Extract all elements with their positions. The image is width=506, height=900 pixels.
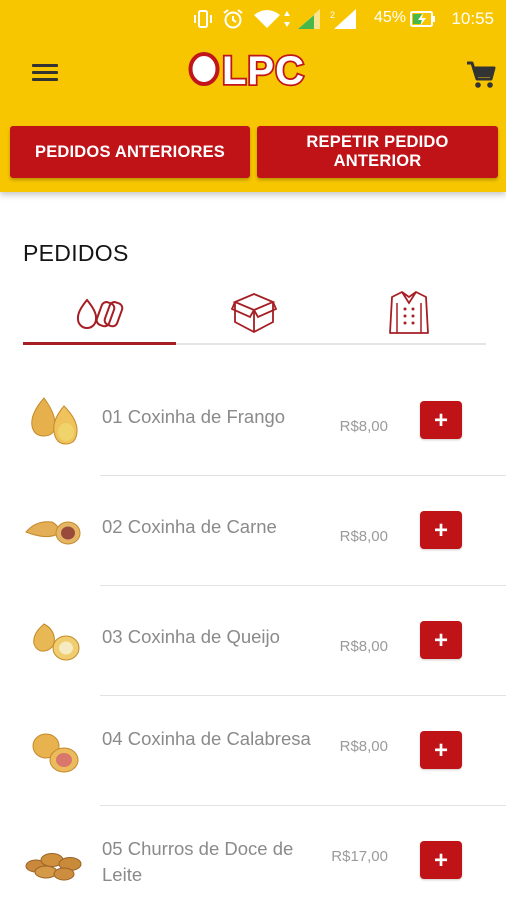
list-item: 01 Coxinha de Frango R$8,00 + bbox=[0, 366, 506, 476]
battery-percent: 45% bbox=[373, 9, 406, 26]
product-price: R$8,00 bbox=[339, 528, 388, 545]
coxinha-calabresa-image bbox=[32, 733, 79, 773]
coxinha-carne-image bbox=[25, 521, 81, 545]
category-tabs bbox=[23, 283, 486, 345]
svg-text:2: 2 bbox=[330, 10, 335, 20]
list-item: 04 Coxinha de Calabresa R$8,00 + bbox=[0, 696, 506, 806]
coxinha-queijo-image bbox=[33, 623, 80, 661]
coxinha-frango-image bbox=[31, 397, 78, 445]
shopping-cart-icon[interactable] bbox=[464, 58, 498, 92]
product-name: 05 Churros de Doce de Leite bbox=[102, 838, 294, 885]
battery-charging-icon bbox=[410, 11, 435, 27]
vibrate-icon bbox=[194, 10, 212, 28]
page-title: PEDIDOS bbox=[23, 240, 129, 266]
data-arrows-icon bbox=[284, 11, 290, 27]
app-header: 2 45% 10:55 LPC PEDIDOS ANTERIORES REPET… bbox=[0, 0, 506, 192]
product-name: 02 Coxinha de Carne bbox=[102, 516, 277, 537]
box-icon bbox=[230, 293, 277, 334]
list-item: 05 Churros de Doce de Leite R$17,00 + bbox=[0, 806, 506, 900]
tab-chef[interactable] bbox=[331, 283, 486, 343]
status-bar: 2 45% 10:55 bbox=[0, 0, 506, 36]
product-name: 03 Coxinha de Queijo bbox=[102, 626, 280, 647]
product-price: R$8,00 bbox=[339, 738, 388, 755]
clock: 10:55 bbox=[451, 9, 494, 28]
list-item: 03 Coxinha de Queijo R$8,00 + bbox=[0, 586, 506, 696]
tab-box[interactable] bbox=[176, 283, 331, 343]
add-to-cart-button[interactable]: + bbox=[420, 511, 462, 549]
product-price: R$8,00 bbox=[339, 638, 388, 655]
churros-image bbox=[25, 853, 82, 881]
add-to-cart-button[interactable]: + bbox=[420, 621, 462, 659]
product-name: 01 Coxinha de Frango bbox=[102, 406, 286, 427]
wifi-icon bbox=[254, 10, 280, 28]
alarm-icon bbox=[223, 9, 243, 29]
snacks-icon bbox=[76, 298, 123, 329]
product-list: 01 Coxinha de Frango R$8,00 + 02 Coxinha… bbox=[0, 366, 506, 900]
product-name: 04 Coxinha de Calabresa bbox=[102, 728, 311, 749]
product-price: R$17,00 bbox=[331, 848, 388, 865]
add-to-cart-button[interactable]: + bbox=[420, 401, 462, 439]
add-to-cart-button[interactable]: + bbox=[420, 841, 462, 879]
svg-text:LPC: LPC bbox=[222, 49, 305, 93]
signal-2-icon: 2 bbox=[330, 9, 356, 29]
chef-jacket-icon bbox=[388, 291, 429, 334]
previous-orders-button[interactable]: PEDIDOS ANTERIORES bbox=[10, 126, 250, 178]
list-item: 02 Coxinha de Carne R$8,00 + bbox=[0, 476, 506, 586]
tab-snacks[interactable] bbox=[23, 283, 176, 343]
add-to-cart-button[interactable]: + bbox=[420, 731, 462, 769]
signal-icon bbox=[298, 9, 320, 29]
repeat-order-button[interactable]: REPETIR PEDIDO ANTERIOR bbox=[257, 126, 498, 178]
active-tab-indicator bbox=[23, 342, 176, 345]
product-price: R$8,00 bbox=[339, 418, 388, 435]
hamburger-menu-icon[interactable] bbox=[30, 60, 62, 86]
lpc-logo: LPC bbox=[188, 47, 306, 94]
